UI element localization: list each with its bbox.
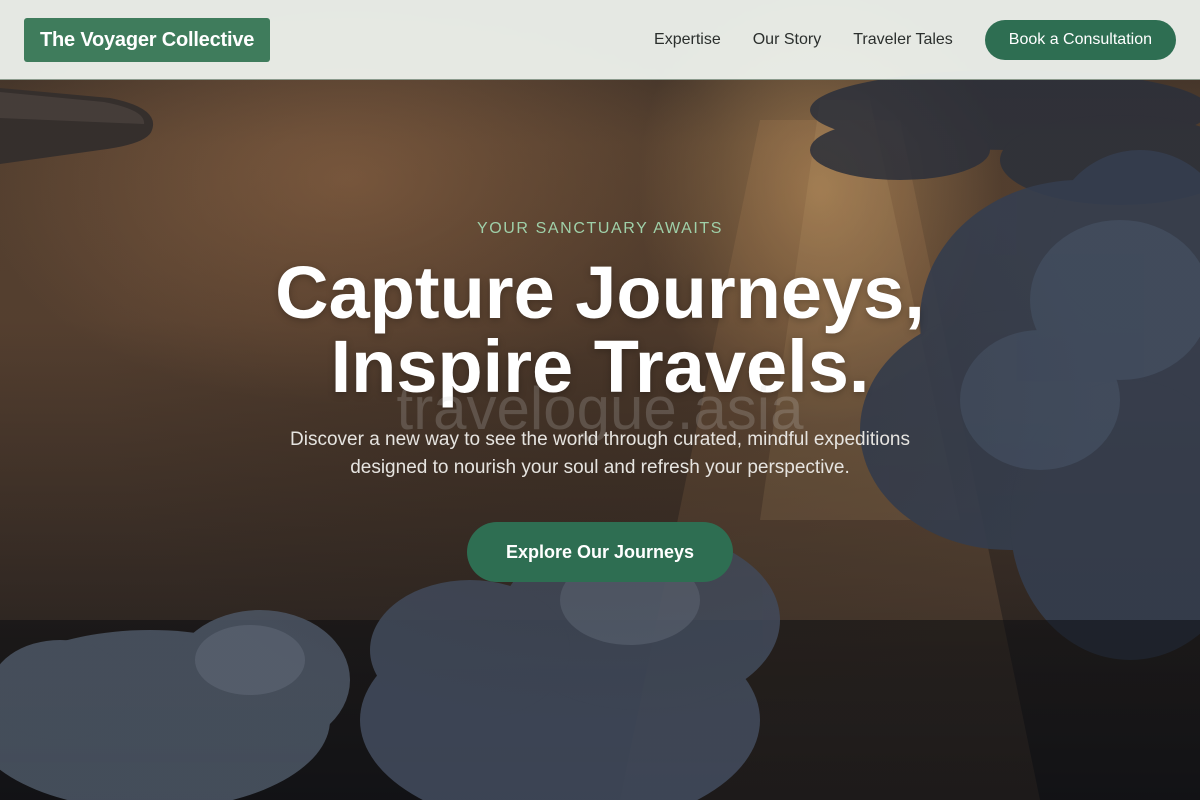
nav-link-expertise[interactable]: Expertise xyxy=(654,31,721,49)
nav-link-our-story[interactable]: Our Story xyxy=(753,31,821,49)
main-nav: Expertise Our Story Traveler Tales Book … xyxy=(622,19,1176,60)
nav-link-traveler-tales[interactable]: Traveler Tales xyxy=(853,31,953,49)
brand-logo[interactable]: The Voyager Collective xyxy=(24,17,271,62)
book-consultation-button[interactable]: Book a Consultation xyxy=(984,19,1176,60)
hero-subtitle: Discover a new way to see the world thro… xyxy=(290,429,910,478)
hero-content: YOUR SANCTUARY AWAITS Capture Journeys, … xyxy=(0,0,1200,800)
hero-eyebrow: YOUR SANCTUARY AWAITS xyxy=(476,220,724,237)
site-header: The Voyager Collective Expertise Our Sto… xyxy=(0,0,1200,80)
headline-line-1: Capture Journeys, xyxy=(275,251,925,334)
explore-journeys-button[interactable]: Explore Our Journeys xyxy=(467,522,733,582)
